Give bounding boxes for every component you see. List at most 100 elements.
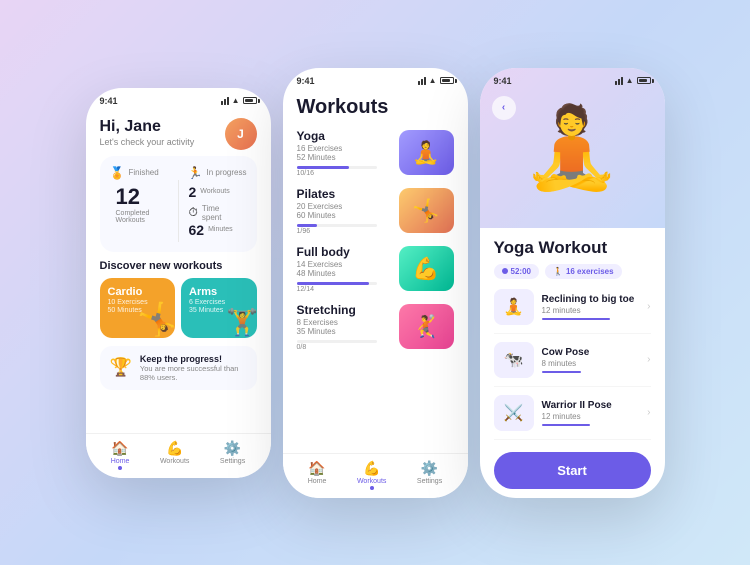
exercise-thumb-2: 🐄 [494,342,534,378]
finished-icon: 🏅 [110,166,125,180]
exercise-bar-2 [542,371,581,373]
phones-container: 9:41 ▲ Hi, Jane Let's check your activit… [86,68,665,498]
workouts-icon-middle: 💪 [363,460,380,477]
exercise-duration-3: 12 minutes [542,412,640,421]
fullbody-progress-bar [297,282,377,285]
status-bar-right: 9:41 ▲ [480,68,665,90]
progress-card-icon: 🏆 [110,357,132,378]
badge-exercises: 🚶 16 exercises [545,264,622,279]
exercise-item-3[interactable]: ⚔️ Warrior II Pose 12 minutes › [494,395,651,440]
chevron-right-2: › [647,354,650,365]
home-icon-middle: 🏠 [308,460,325,477]
yoga-detail: 16 Exercises52 Minutes [297,144,391,162]
status-icons-middle: ▲ [418,76,454,85]
stats-grid: 12 CompletedWorkouts 2 Workouts ⏱ Time s… [110,180,247,242]
list-item-fullbody[interactable]: Full body 14 Exercises48 Minutes 12/14 💪 [297,245,454,293]
workouts-icon-left: 💪 [166,440,183,457]
nav-workouts-middle[interactable]: 💪 Workouts [357,460,386,490]
exercise-name-3: Warrior II Pose [542,400,640,411]
pilates-name: Pilates [297,187,391,201]
exercise-thumb-1: 🧘 [494,289,534,325]
list-item-yoga[interactable]: Yoga 16 Exercises52 Minutes 10/16 🧘 [297,129,454,177]
nav-settings-left[interactable]: ⚙️ Settings [220,440,245,470]
phone-left: 9:41 ▲ Hi, Jane Let's check your activit… [86,88,271,478]
status-icons-left: ▲ [221,96,257,105]
settings-icon-left: ⚙️ [224,440,241,457]
progress-card-text: Keep the progress! You are more successf… [140,354,247,382]
exercise-name-1: Reclining to big toe [542,294,640,305]
stats-divider [178,180,179,242]
workouts-page-title: Workouts [297,96,454,119]
inprogress-stat: 🏃 In progress [188,166,247,180]
settings-icon-middle: ⚙️ [421,460,438,477]
status-icons-right: ▲ [615,76,651,85]
time-badge-dot [502,268,508,274]
exercise-item-2[interactable]: 🐄 Cow Pose 8 minutes › [494,342,651,387]
completed-label: CompletedWorkouts [116,210,168,224]
hero-image: 9:41 ▲ ‹ 🧘 [480,68,665,228]
person-icon: 🚶 [553,267,563,276]
fullbody-name: Full body [297,245,391,259]
stretching-progress-bar [297,340,377,343]
chevron-right-1: › [647,301,650,312]
greeting-title: Hi, Jane [100,118,195,136]
pilates-count: 1/96 [297,228,391,235]
exercise-duration-2: 8 minutes [542,359,640,368]
middle-content: Workouts Yoga 16 Exercises52 Minutes 10/… [283,90,468,367]
time-right: 9:41 [494,76,512,86]
exercise-item-1[interactable]: 🧘 Reclining to big toe 12 minutes › [494,289,651,334]
inprogress-sub: Workouts [200,188,229,195]
back-button[interactable]: ‹ [492,96,516,120]
nav-workouts-left[interactable]: 💪 Workouts [160,440,189,470]
wifi-icon-left: ▲ [232,96,240,105]
yoga-progress-bar [297,166,377,169]
signal-icon-middle [418,77,426,85]
bottom-nav-middle: 🏠 Home 💪 Workouts ⚙️ Settings [283,453,468,498]
status-bar-left: 9:41 ▲ [86,88,271,110]
workouts-label-left: Workouts [160,458,189,465]
start-button[interactable]: Start [494,452,651,489]
yoga-info: Yoga 16 Exercises52 Minutes 10/16 [297,129,391,177]
nav-settings-middle[interactable]: ⚙️ Settings [417,460,442,490]
yoga-badges: 52:00 🚶 16 exercises [494,264,651,279]
greeting-row: Hi, Jane Let's check your activity J [100,118,257,150]
status-bar-middle: 9:41 ▲ [283,68,468,90]
arms-sub1: 6 Exercises [189,299,249,306]
exercise-info-1: Reclining to big toe 12 minutes [542,294,640,320]
cardio-title: Cardio [108,286,168,298]
nav-home-left[interactable]: 🏠 Home [111,440,130,470]
battery-icon-left [243,97,257,104]
home-label-middle: Home [308,478,327,485]
inprogress-label: In progress [206,168,246,177]
greeting-sub: Let's check your activity [100,137,195,147]
nav-home-middle[interactable]: 🏠 Home [308,460,327,490]
completed-count: 12 [116,184,168,210]
home-label-left: Home [111,458,130,465]
fullbody-count: 12/14 [297,286,391,293]
workouts-label-middle: Workouts [357,478,386,485]
pilates-detail: 20 Exercises60 Minutes [297,202,391,220]
workout-cards-row: Cardio 10 Exercises 50 Minutes 🤸 Arms 6 … [100,278,257,338]
chevron-right-3: › [647,407,650,418]
badge-time-label: 52:00 [511,267,531,276]
fullbody-info: Full body 14 Exercises48 Minutes 12/14 [297,245,391,293]
arms-card[interactable]: Arms 6 Exercises 35 Minutes 🏋️ [181,278,257,338]
time-count: 62 [189,222,205,238]
wifi-icon-right: ▲ [626,76,634,85]
time-middle: 9:41 [297,76,315,86]
cardio-card[interactable]: Cardio 10 Exercises 50 Minutes 🤸 [100,278,176,338]
arms-figure: 🏋️ [226,307,256,338]
yoga-progress-fill [297,166,349,169]
list-item-stretching[interactable]: Stretching 8 Exercises35 Minutes 0/8 🤾 [297,303,454,351]
exercise-thumb-3: ⚔️ [494,395,534,431]
stretching-count: 0/8 [297,344,391,351]
finished-label: Finished [128,168,158,177]
pilates-progress-bar [297,224,377,227]
home-icon-left: 🏠 [111,440,128,457]
fullbody-thumb: 💪 [399,246,454,291]
stats-top-row: 🏅 Finished 🏃 In progress [110,166,247,180]
inprogress-count: 2 [189,184,197,200]
list-item-pilates[interactable]: Pilates 20 Exercises60 Minutes 1/96 🤸 [297,187,454,235]
badge-exercises-label: 16 exercises [566,267,614,276]
nav-dot-left [118,466,122,470]
